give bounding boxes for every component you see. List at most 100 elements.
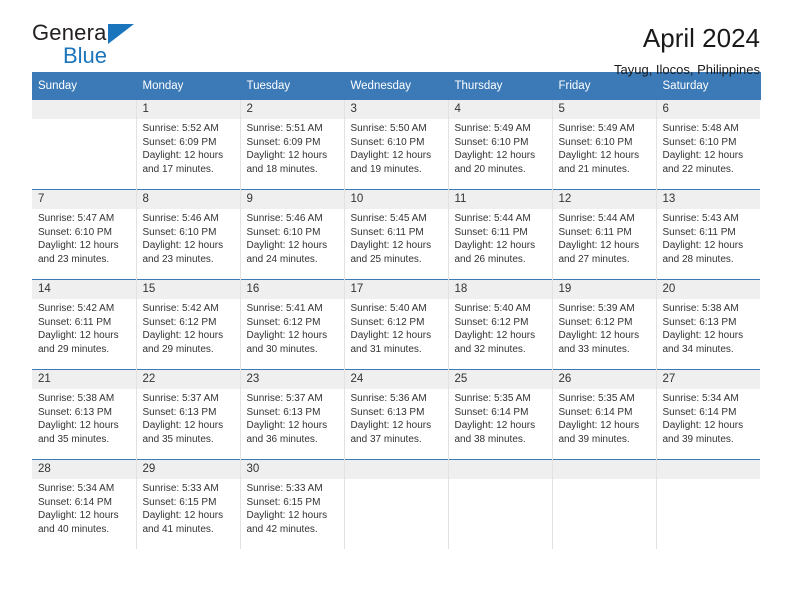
calendar-day-cell[interactable]: 6 Sunrise: 5:48 AM Sunset: 6:10 PM Daylight… (656, 100, 760, 190)
sunrise-text: Sunrise: 5:34 AM (38, 483, 115, 494)
calendar-day-cell[interactable]: 20 Sunrise: 5:38 AM Sunset: 6:13 PM Dayligh… (656, 279, 760, 370)
calendar-day-cell[interactable]: 11 Sunrise: 5:44 AM Sunset: 6:11 PM Dayligh… (448, 189, 553, 280)
sunrise-text: Sunrise: 5:52 AM (142, 123, 219, 134)
daylight-text-line2: and 34 minutes. (662, 343, 734, 355)
calendar-day-cell[interactable]: 16 Sunrise: 5:41 AM Sunset: 6:12 PM Dayligh… (240, 279, 345, 370)
calendar-day-cell[interactable]: 8 Sunrise: 5:46 AM Sunset: 6:10 PM Daylight… (136, 189, 241, 280)
calendar-day-cell[interactable]: 23 Sunrise: 5:37 AM Sunset: 6:13 PM Dayligh… (240, 369, 345, 460)
calendar-empty-cell (656, 459, 760, 549)
sunrise-text: Sunrise: 5:37 AM (142, 393, 219, 404)
general-blue-logo: General Blue (32, 22, 172, 70)
sunset-text: Sunset: 6:10 PM (142, 226, 217, 238)
daylight-text-line1: Daylight: 12 hours (662, 240, 744, 252)
day-number: 30 (240, 460, 344, 479)
sunset-text: Sunset: 6:11 PM (350, 226, 424, 238)
day-details: Sunrise: 5:36 AM Sunset: 6:13 PM Daylight:… (345, 389, 448, 446)
day-details: Sunrise: 5:50 AM Sunset: 6:10 PM Daylight:… (345, 119, 448, 176)
day-details: Sunrise: 5:40 AM Sunset: 6:12 PM Daylight:… (449, 299, 552, 356)
sunrise-text: Sunrise: 5:42 AM (38, 303, 115, 314)
day-number: 11 (448, 190, 552, 209)
calendar-day-cell[interactable]: 12 Sunrise: 5:44 AM Sunset: 6:11 PM Dayligh… (552, 189, 657, 280)
weekday-header-monday: Monday (136, 72, 241, 100)
logo-text-general: General (32, 20, 112, 45)
calendar-day-cell[interactable]: 18 Sunrise: 5:40 AM Sunset: 6:12 PM Dayligh… (448, 279, 553, 370)
sunset-text: Sunset: 6:12 PM (558, 316, 633, 328)
daylight-text-line2: and 22 minutes. (662, 163, 734, 175)
calendar-empty-cell (32, 100, 137, 190)
calendar-day-cell[interactable]: 5 Sunrise: 5:49 AM Sunset: 6:10 PM Daylight… (552, 100, 657, 190)
calendar-day-cell[interactable]: 9 Sunrise: 5:46 AM Sunset: 6:10 PM Daylight… (240, 189, 345, 280)
day-number: 5 (552, 100, 656, 119)
daylight-text-line1: Daylight: 12 hours (38, 240, 119, 252)
daylight-text-line2: and 28 minutes. (662, 253, 734, 265)
calendar-day-cell[interactable]: 10 Sunrise: 5:45 AM Sunset: 6:11 PM Dayligh… (344, 189, 449, 280)
sunset-text: Sunset: 6:13 PM (38, 406, 112, 418)
calendar-day-cell[interactable]: 17 Sunrise: 5:40 AM Sunset: 6:12 PM Dayligh… (344, 279, 449, 370)
daylight-text-line1: Daylight: 12 hours (350, 150, 432, 162)
calendar-day-cell[interactable]: 26 Sunrise: 5:35 AM Sunset: 6:14 PM Dayligh… (552, 369, 657, 460)
daylight-text-line2: and 24 minutes. (246, 253, 318, 265)
day-details: Sunrise: 5:39 AM Sunset: 6:12 PM Daylight:… (553, 299, 656, 356)
day-number: 13 (656, 190, 760, 209)
day-details: Sunrise: 5:42 AM Sunset: 6:12 PM Daylight:… (137, 299, 240, 356)
calendar-day-cell[interactable]: 13 Sunrise: 5:43 AM Sunset: 6:11 PM Dayligh… (656, 189, 761, 280)
calendar-day-cell[interactable]: 3 Sunrise: 5:50 AM Sunset: 6:10 PM Daylight… (344, 100, 449, 190)
calendar-empty-cell (344, 459, 449, 549)
calendar-day-cell[interactable]: 15 Sunrise: 5:42 AM Sunset: 6:12 PM Dayligh… (136, 279, 241, 370)
daylight-text-line2: and 39 minutes. (558, 433, 630, 445)
sunrise-text: Sunrise: 5:33 AM (246, 483, 323, 494)
sunrise-text: Sunrise: 5:41 AM (246, 303, 323, 314)
weekday-header-thursday: Thursday (448, 72, 553, 100)
calendar-day-cell[interactable]: 29 Sunrise: 5:33 AM Sunset: 6:15 PM Dayligh… (136, 459, 241, 549)
sunset-text: Sunset: 6:15 PM (246, 496, 321, 508)
day-details: Sunrise: 5:43 AM Sunset: 6:11 PM Daylight:… (657, 209, 761, 266)
sunrise-text: Sunrise: 5:50 AM (350, 123, 427, 134)
day-details: Sunrise: 5:49 AM Sunset: 6:10 PM Daylight:… (449, 119, 552, 176)
calendar-page: General Blue April 2024 Tayug, Ilocos, P… (0, 0, 792, 612)
page-title: April 2024 (642, 23, 760, 53)
day-number: 4 (448, 100, 552, 119)
sunrise-text: Sunrise: 5:44 AM (558, 213, 635, 224)
day-number (552, 460, 656, 479)
calendar-day-cell[interactable]: 2 Sunrise: 5:51 AM Sunset: 6:09 PM Daylight… (240, 100, 345, 190)
calendar-day-cell[interactable]: 1 Sunrise: 5:52 AM Sunset: 6:09 PM Daylight… (136, 100, 241, 190)
calendar-day-cell[interactable]: 25 Sunrise: 5:35 AM Sunset: 6:14 PM Dayligh… (448, 369, 553, 460)
calendar-day-cell[interactable]: 7 Sunrise: 5:47 AM Sunset: 6:10 PM Daylight… (32, 189, 137, 280)
daylight-text-line2: and 26 minutes. (454, 253, 526, 265)
calendar-day-cell[interactable]: 19 Sunrise: 5:39 AM Sunset: 6:12 PM Dayligh… (552, 279, 657, 370)
calendar-table: Sunday Monday Tuesday Wednesday Thursday… (32, 72, 761, 549)
calendar-day-cell[interactable]: 4 Sunrise: 5:49 AM Sunset: 6:10 PM Daylight… (448, 100, 553, 190)
calendar-day-cell[interactable]: 30 Sunrise: 5:33 AM Sunset: 6:15 PM Dayligh… (240, 459, 345, 549)
sunset-text: Sunset: 6:13 PM (662, 316, 737, 328)
day-number: 8 (136, 190, 240, 209)
calendar-day-cell[interactable]: 27 Sunrise: 5:34 AM Sunset: 6:14 PM Dayligh… (656, 369, 760, 460)
calendar-day-cell[interactable]: 22 Sunrise: 5:37 AM Sunset: 6:13 PM Dayligh… (136, 369, 241, 460)
daylight-text-line2: and 21 minutes. (558, 163, 630, 175)
daylight-text-line1: Daylight: 12 hours (142, 240, 224, 252)
sunrise-text: Sunrise: 5:40 AM (454, 303, 531, 314)
day-number (344, 460, 448, 479)
sunset-text: Sunset: 6:14 PM (454, 406, 529, 418)
day-number: 14 (32, 280, 136, 299)
day-details: Sunrise: 5:49 AM Sunset: 6:10 PM Daylight:… (553, 119, 656, 176)
calendar-day-cell[interactable]: 21 Sunrise: 5:38 AM Sunset: 6:13 PM Dayligh… (32, 369, 137, 460)
daylight-text-line2: and 37 minutes. (350, 433, 422, 445)
sunrise-text: Sunrise: 5:51 AM (246, 123, 323, 134)
day-details: Sunrise: 5:46 AM Sunset: 6:10 PM Daylight:… (137, 209, 240, 266)
daylight-text-line2: and 42 minutes. (246, 523, 318, 535)
daylight-text-line1: Daylight: 12 hours (246, 510, 328, 522)
sunrise-text: Sunrise: 5:36 AM (350, 393, 427, 404)
calendar-day-cell[interactable]: 28 Sunrise: 5:34 AM Sunset: 6:14 PM Dayligh… (32, 459, 137, 549)
calendar-day-cell[interactable]: 24 Sunrise: 5:36 AM Sunset: 6:13 PM Dayligh… (344, 369, 449, 460)
sunrise-text: Sunrise: 5:37 AM (246, 393, 323, 404)
sunset-text: Sunset: 6:11 PM (662, 226, 736, 238)
sunrise-text: Sunrise: 5:38 AM (38, 393, 115, 404)
calendar-day-cell[interactable]: 14 Sunrise: 5:42 AM Sunset: 6:11 PM Dayligh… (32, 279, 137, 370)
sunset-text: Sunset: 6:10 PM (350, 136, 425, 148)
triangle-icon (108, 24, 134, 44)
day-number: 19 (552, 280, 656, 299)
sunrise-text: Sunrise: 5:49 AM (454, 123, 531, 134)
sunset-text: Sunset: 6:12 PM (454, 316, 529, 328)
daylight-text-line2: and 35 minutes. (142, 433, 214, 445)
sunset-text: Sunset: 6:14 PM (38, 496, 112, 508)
